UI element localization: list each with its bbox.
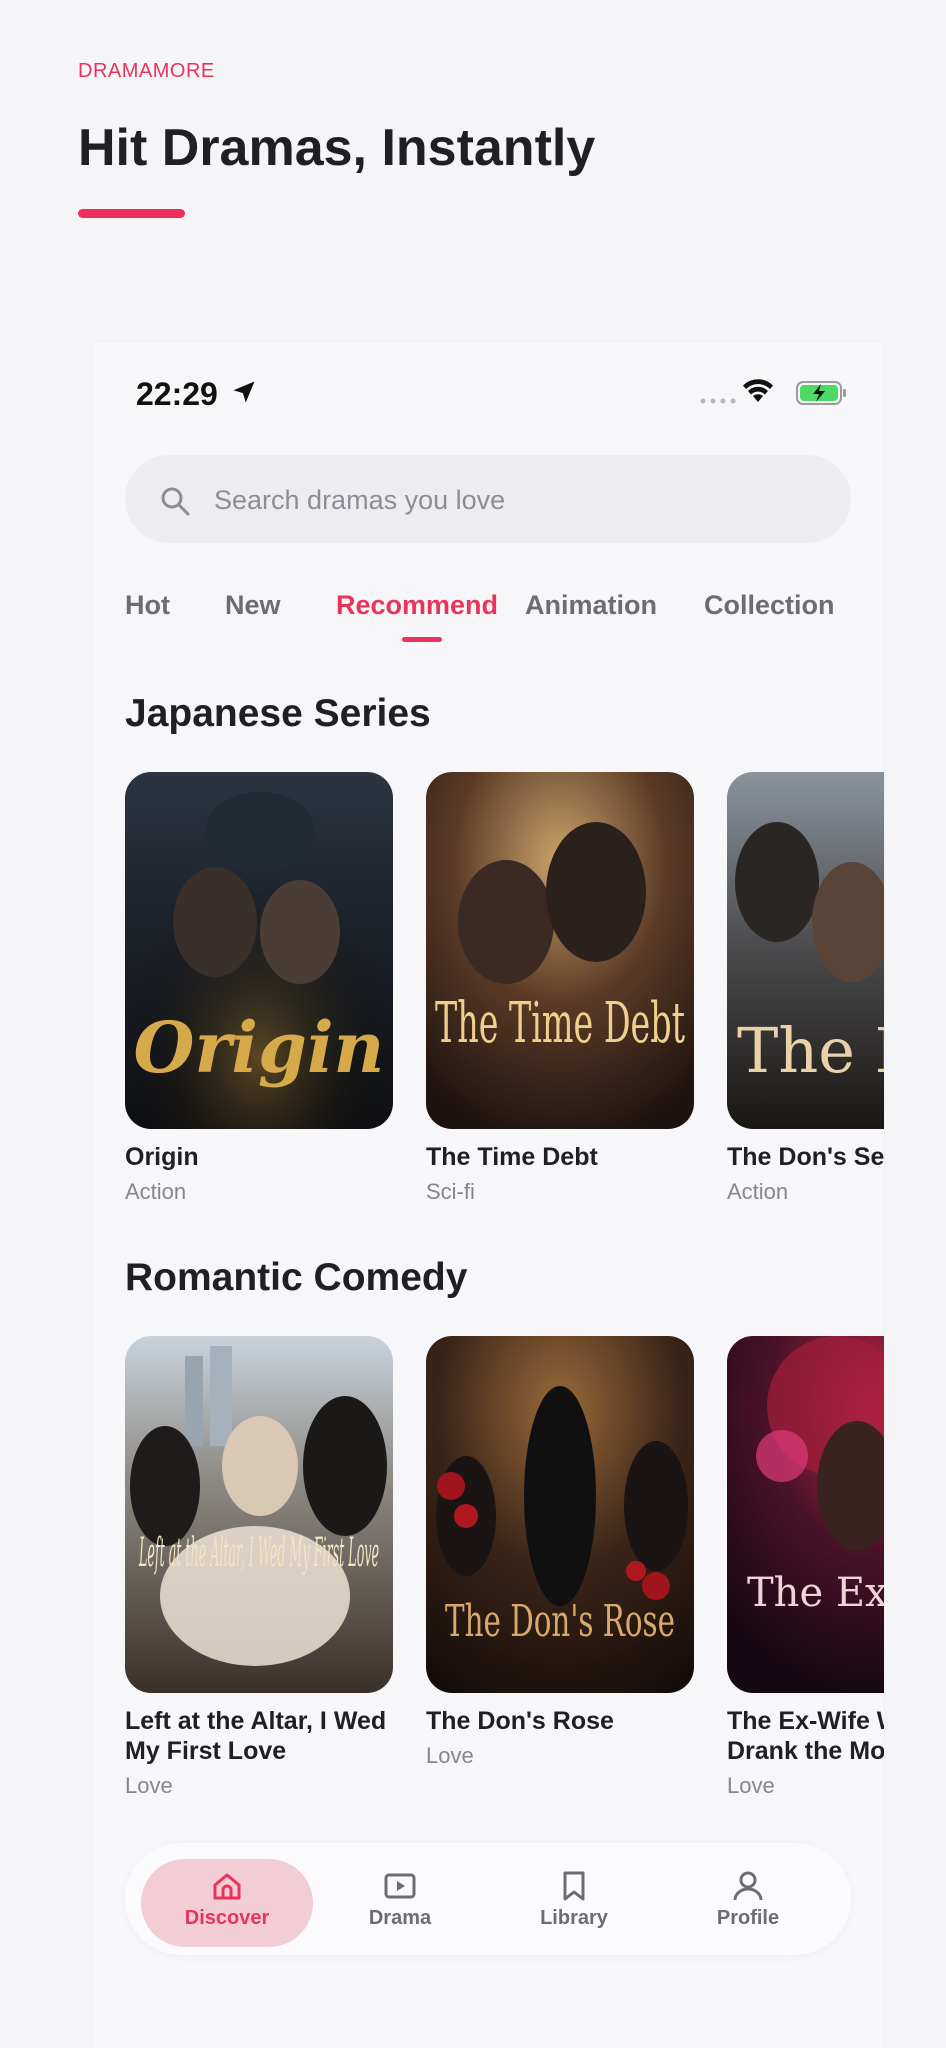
play-icon (384, 1873, 416, 1899)
poster-image: The Time Debt (426, 772, 694, 1129)
poster-title-text: Left at the Altar, I Wed My First Love (139, 1530, 379, 1576)
nav-drama[interactable]: Drama (314, 1859, 486, 1947)
active-tab-indicator (402, 637, 442, 642)
poster-title-text: Origin (134, 1006, 385, 1089)
drama-title: The Ex-Wife Who Drank the Moon (727, 1707, 884, 1765)
drama-title: The Don's Secret (727, 1143, 884, 1171)
drama-card[interactable]: Left at the Altar, I Wed My First Love L… (125, 1336, 393, 1799)
poster-title-text: The Time Debt (435, 991, 685, 1056)
poster-image: Origin (125, 772, 393, 1129)
tab-collection[interactable]: Collection (704, 590, 884, 621)
cellular-signal-icon (700, 398, 736, 404)
home-icon (213, 1873, 241, 1900)
drama-title: Left at the Altar, I Wed My First Love (125, 1707, 387, 1765)
drama-genre: Action (727, 1179, 789, 1204)
tab-animation[interactable]: Animation (525, 590, 657, 621)
poster-title-text: The Don's Rose (445, 1596, 675, 1647)
poster-image: The Don's Rose (426, 1336, 694, 1693)
drama-card[interactable]: Origin Origin Action (125, 772, 393, 1205)
poster-image: The Don's Secret (727, 772, 884, 1129)
drama-card[interactable]: The Don's Secret The Don's Secret Action (727, 772, 884, 1222)
tab-recommend[interactable]: Recommend (336, 590, 498, 621)
drama-card[interactable]: The Don's Rose The Don's Rose Love (426, 1336, 694, 1769)
drama-genre: Love (426, 1743, 474, 1768)
search-bar[interactable]: Search dramas you love (125, 455, 851, 543)
poster-title-text: The Don's Secret (737, 1014, 884, 1087)
nav-label: Discover (184, 1907, 270, 1929)
bookmark-icon (563, 1871, 585, 1901)
nav-label: Library (540, 1907, 608, 1929)
battery-charging-icon (796, 381, 846, 405)
drama-card[interactable]: The Ex-Wife Who Drank the Moon The Ex-Wi… (727, 1336, 884, 1816)
nav-library[interactable]: Library (488, 1859, 660, 1947)
nav-label: Drama (368, 1907, 432, 1929)
headline-accent-bar (78, 209, 185, 218)
brand-label: DRAMAMORE (78, 60, 215, 82)
nav-label: Profile (716, 1907, 780, 1929)
page-headline: Hit Dramas, Instantly (78, 119, 596, 177)
drama-title: The Don's Rose (426, 1707, 614, 1735)
phone-screen: 22:29 Search dramas you love Hot New Rec… (92, 342, 884, 2048)
poster-title-text: The Ex-Wife Who Drank the Moon (747, 1570, 884, 1616)
drama-genre: Love (125, 1773, 173, 1798)
drama-genre: Action (125, 1179, 187, 1204)
wifi-icon (743, 379, 773, 402)
poster-image: The Ex-Wife Who Drank the Moon (727, 1336, 884, 1693)
tab-hot[interactable]: Hot (125, 590, 170, 621)
bottom-navigation: Discover Drama Library Profile (125, 1843, 851, 1955)
section-title-japanese-series: Japanese Series (125, 692, 431, 735)
tab-new[interactable]: New (225, 590, 281, 621)
drama-genre: Sci-fi (426, 1179, 475, 1204)
nav-profile[interactable]: Profile (662, 1859, 834, 1947)
search-icon (161, 487, 190, 516)
person-icon (733, 1871, 763, 1901)
drama-title: Origin (125, 1143, 199, 1171)
location-arrow-icon (233, 381, 255, 403)
section-title-romantic-comedy: Romantic Comedy (125, 1256, 468, 1299)
search-placeholder: Search dramas you love (214, 485, 506, 515)
drama-genre: Love (727, 1773, 775, 1798)
status-time: 22:29 (136, 376, 218, 412)
poster-image: Left at the Altar, I Wed My First Love (125, 1336, 393, 1693)
drama-title: The Time Debt (426, 1143, 598, 1171)
status-bar: 22:29 (92, 342, 884, 442)
drama-card[interactable]: The Time Debt The Time Debt Sci-fi (426, 772, 694, 1205)
nav-discover[interactable]: Discover (141, 1859, 313, 1947)
